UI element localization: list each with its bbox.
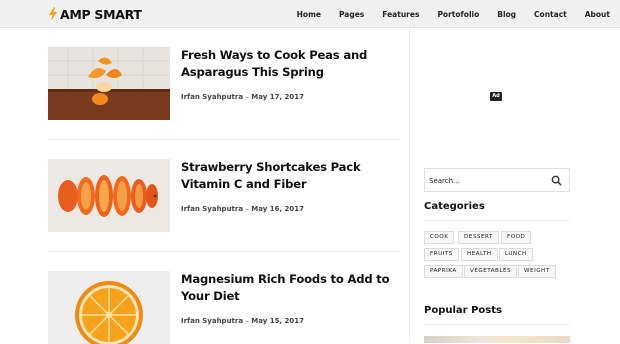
column-divider (409, 28, 410, 343)
categories-title: Categories (424, 201, 485, 212)
lightning-bolt-icon (49, 7, 57, 21)
nav-features[interactable]: Features (382, 10, 419, 19)
tag-fruits[interactable]: FRUITS (424, 248, 459, 261)
post-author[interactable]: Irfan Syahputra (181, 317, 243, 325)
post-author[interactable]: Irfan Syahputra (181, 93, 243, 101)
post-title[interactable]: Strawberry Shortcakes Pack Vitamin C and… (181, 159, 403, 192)
tag-weight[interactable]: WEIGHT (518, 265, 556, 278)
search-box (424, 168, 570, 192)
post-divider (48, 139, 400, 140)
tag-vegetables[interactable]: VEGETABLES (464, 265, 518, 278)
widget-divider (424, 220, 570, 221)
site-header: AMP SMART Home Pages Features Portofolio… (0, 0, 620, 28)
nav-home[interactable]: Home (297, 10, 321, 19)
post-date: May 15, 2017 (251, 317, 305, 325)
search-icon[interactable] (551, 175, 562, 186)
tag-paprika[interactable]: PAPRIKA (424, 265, 463, 278)
tag-cook[interactable]: COOK (424, 231, 455, 244)
post-author[interactable]: Irfan Syahputra (181, 205, 243, 213)
tag-dessert[interactable]: DESSERT (458, 231, 499, 244)
search-input[interactable] (429, 173, 547, 188)
post-thumbnail[interactable] (48, 271, 170, 344)
post-date: May 17, 2017 (251, 93, 305, 101)
post-divider (48, 251, 400, 252)
nav-contact[interactable]: Contact (534, 10, 567, 19)
popular-posts-title: Popular Posts (424, 305, 502, 316)
site-name: AMP SMART (60, 6, 142, 22)
sliced-orange-icon (48, 159, 170, 232)
orange-half-icon (48, 271, 170, 344)
post-title[interactable]: Magnesium Rich Foods to Add to Your Diet (181, 271, 403, 304)
post-thumbnail[interactable] (48, 47, 170, 120)
post-thumbnail[interactable] (48, 159, 170, 232)
nav-portofolio[interactable]: Portofolio (437, 10, 479, 19)
post-meta: Irfan Syahputra – May 16, 2017 (181, 205, 304, 213)
tag-lunch[interactable]: LUNCH (499, 248, 533, 261)
nav-pages[interactable]: Pages (339, 10, 364, 19)
nav-blog[interactable]: Blog (497, 10, 516, 19)
popular-post-thumbnail[interactable] (424, 336, 570, 343)
ad-badge[interactable]: Ad (490, 92, 502, 101)
site-logo[interactable]: AMP SMART (48, 6, 142, 22)
post-meta: Irfan Syahputra – May 17, 2017 (181, 93, 304, 101)
tag-health[interactable]: HEALTH (461, 248, 498, 261)
tag-food[interactable]: FOOD (501, 231, 532, 244)
peeled-orange-icon (48, 47, 170, 120)
post-title[interactable]: Fresh Ways to Cook Peas and Asparagus Th… (181, 47, 403, 80)
nav-about[interactable]: About (585, 10, 610, 19)
widget-divider (424, 324, 570, 325)
main-nav: Home Pages Features Portofolio Blog Cont… (279, 0, 610, 28)
post-date: May 16, 2017 (251, 205, 305, 213)
post-meta: Irfan Syahputra – May 15, 2017 (181, 317, 304, 325)
